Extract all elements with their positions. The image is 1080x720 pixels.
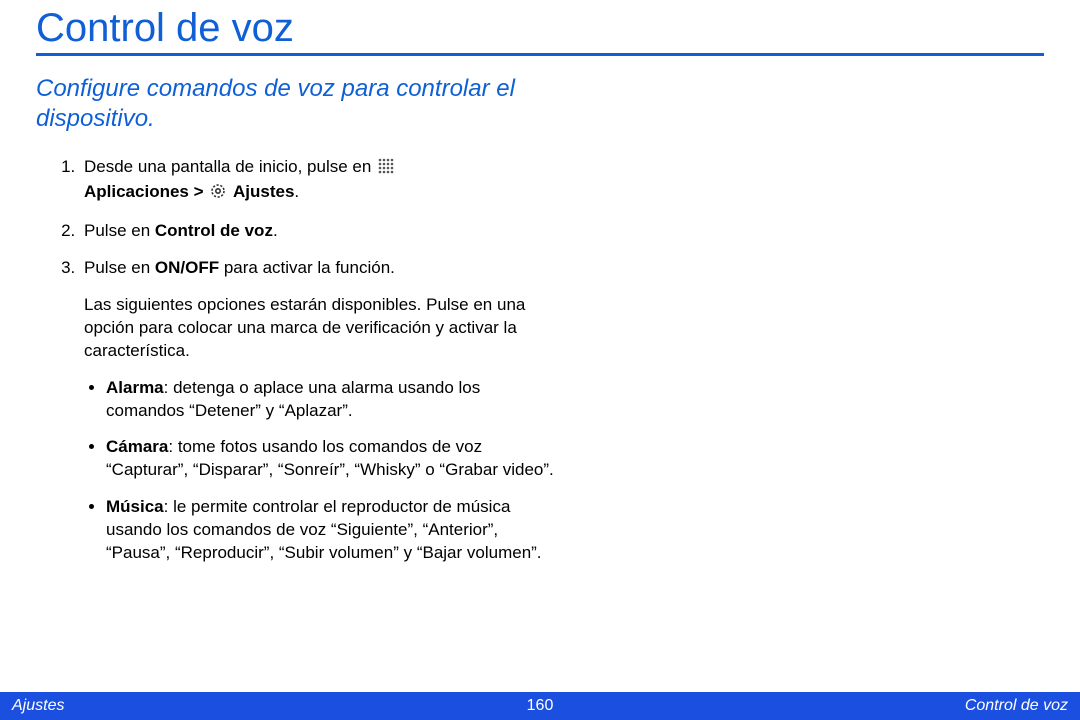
bullet-label: Cámara — [106, 437, 168, 456]
step-item: Pulse en ON/OFF para activar la función.… — [80, 257, 556, 565]
title-rule — [36, 53, 1044, 56]
bullet-item: Cámara: tome fotos usando los comandos d… — [106, 436, 556, 482]
document-page: Control de voz Configure comandos de voz… — [0, 0, 1080, 720]
step-text: Pulse en — [84, 258, 155, 277]
step-extra-text: Las siguientes opciones estarán disponib… — [84, 294, 556, 363]
page-footer: Ajustes 160 Control de voz — [0, 692, 1080, 720]
apps-grid-icon — [378, 158, 394, 181]
footer-right: Control de voz — [965, 697, 1068, 715]
footer-left: Ajustes — [12, 697, 64, 715]
step-text: . — [294, 182, 299, 201]
step-bold: Aplicaciones > — [84, 182, 208, 201]
step-item: Desde una pantalla de inicio, pulse en A… — [80, 156, 556, 206]
step-item: Pulse en Control de voz. — [80, 220, 556, 243]
step-text: . — [273, 221, 278, 240]
step-bold: Ajustes — [233, 182, 294, 201]
step-text: Pulse en — [84, 221, 155, 240]
bullet-item: Alarma: detenga o aplace una alarma usan… — [106, 377, 556, 423]
content-column: Desde una pantalla de inicio, pulse en A… — [36, 156, 556, 565]
settings-gear-icon — [210, 183, 226, 206]
bullet-text: : tome fotos usando los comandos de voz … — [106, 437, 554, 479]
footer-page-number: 160 — [527, 697, 554, 715]
steps-list: Desde una pantalla de inicio, pulse en A… — [36, 156, 556, 565]
step-text: para activar la función. — [219, 258, 395, 277]
bullet-text: : le permite controlar el reproductor de… — [106, 497, 542, 562]
bullets-list: Alarma: detenga o aplace una alarma usan… — [84, 377, 556, 566]
page-title: Control de voz — [36, 0, 1044, 53]
bullet-label: Alarma — [106, 378, 164, 397]
step-bold: ON/OFF — [155, 258, 219, 277]
bullet-item: Música: le permite controlar el reproduc… — [106, 496, 556, 565]
step-bold: Control de voz — [155, 221, 273, 240]
page-subtitle: Configure comandos de voz para controlar… — [36, 74, 516, 134]
bullet-label: Música — [106, 497, 164, 516]
step-text: Desde una pantalla de inicio, pulse en — [84, 157, 376, 176]
